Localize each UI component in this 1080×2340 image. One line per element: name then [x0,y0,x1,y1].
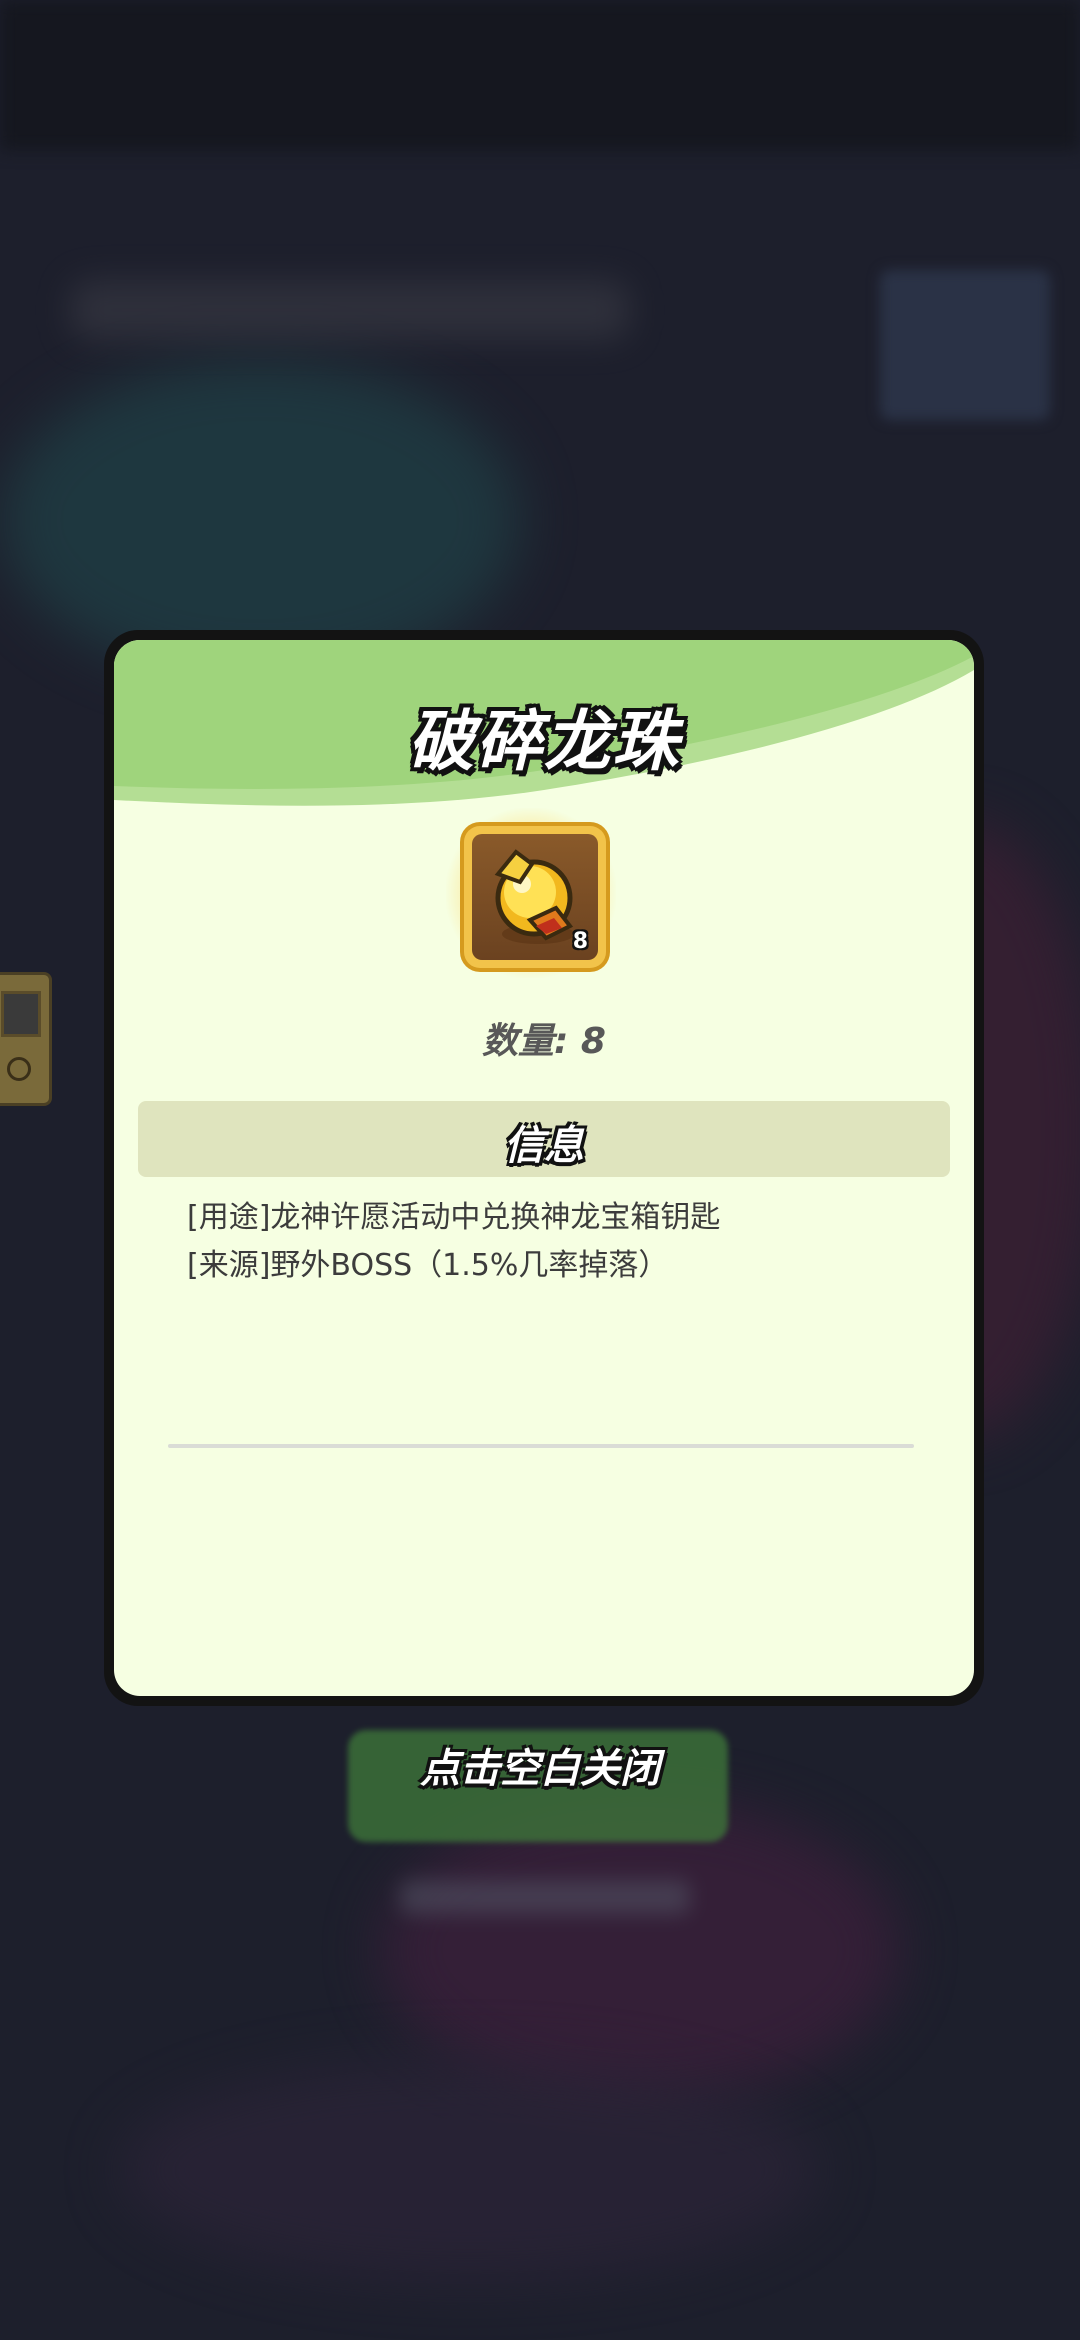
tap-to-close-hint: 点击空白关闭 [420,1746,660,1792]
background-caption [400,1880,690,1914]
info-header-label: 信息 [504,1123,584,1169]
background-shape [380,1800,900,2100]
item-count-badge: 8 [572,929,588,954]
background-shape [120,2060,820,2280]
divider [168,1444,914,1448]
item-description: [用途]龙神许愿活动中兑换神龙宝箱钥匙 [来源]野外BOSS（1.5%几率掉落） [187,1194,907,1290]
quantity-label: 数量: 8 [482,1021,606,1062]
usage-text: [用途]龙神许愿活动中兑换神龙宝箱钥匙 [187,1200,721,1235]
background-device-icon [0,972,52,1106]
item-icon-box: 8 [472,834,598,960]
source-text: [来源]野外BOSS（1.5%几率掉落） [187,1248,669,1283]
item-info-dialog: 破碎龙珠 8 数量: 8 信息 [用途]龙神许愿活动中兑换神龙宝箱钥匙 [来源]… [104,630,984,1706]
background-icon-row [70,280,630,340]
info-section-header: 信息 [138,1101,950,1177]
item-slot[interactable]: 8 [464,826,606,968]
background-minimap [880,270,1050,420]
background-top-bar [0,0,1080,150]
dialog-title: 破碎龙珠 [408,703,680,780]
dialog-body: 破碎龙珠 8 数量: 8 信息 [用途]龙神许愿活动中兑换神龙宝箱钥匙 [来源]… [114,640,974,1696]
